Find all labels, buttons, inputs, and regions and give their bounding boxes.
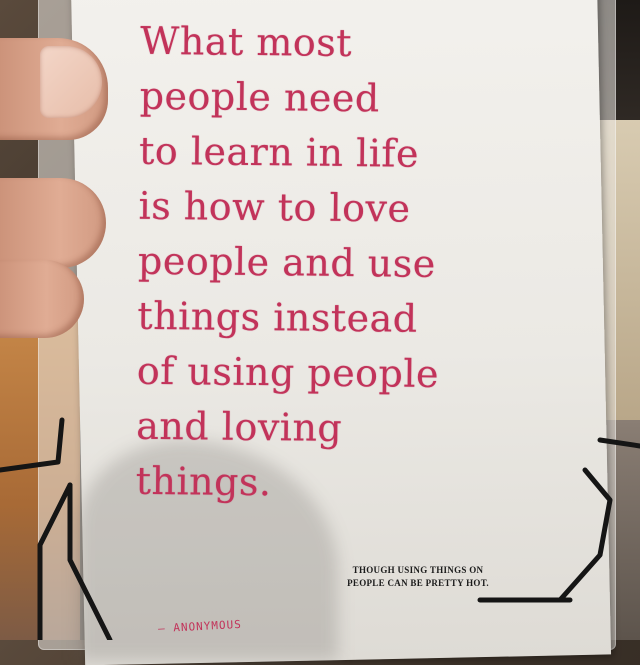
quote-line: What most (140, 18, 353, 66)
quote-line: things instead (137, 293, 418, 341)
index-finger (0, 178, 106, 268)
footnote-line: THOUGH USING THINGS ON (352, 565, 484, 575)
quote-line: is how to love (138, 183, 411, 231)
quote-line: people and use (137, 238, 436, 286)
quote-line: things. (135, 458, 272, 505)
card-quote: What most people need to learn in life i… (135, 14, 560, 513)
quote-line: of using people (136, 348, 440, 396)
middle-finger (0, 260, 84, 338)
quote-line: to learn in life (138, 128, 420, 176)
hand (0, 20, 120, 338)
quote-line: and loving (136, 403, 343, 450)
footnote-line: PEOPLE CAN BE PRETTY HOT. (347, 578, 489, 588)
card-footnote: THOUGH USING THINGS ON PEOPLE CAN BE PRE… (318, 564, 518, 590)
quote-line: people need (139, 73, 380, 121)
